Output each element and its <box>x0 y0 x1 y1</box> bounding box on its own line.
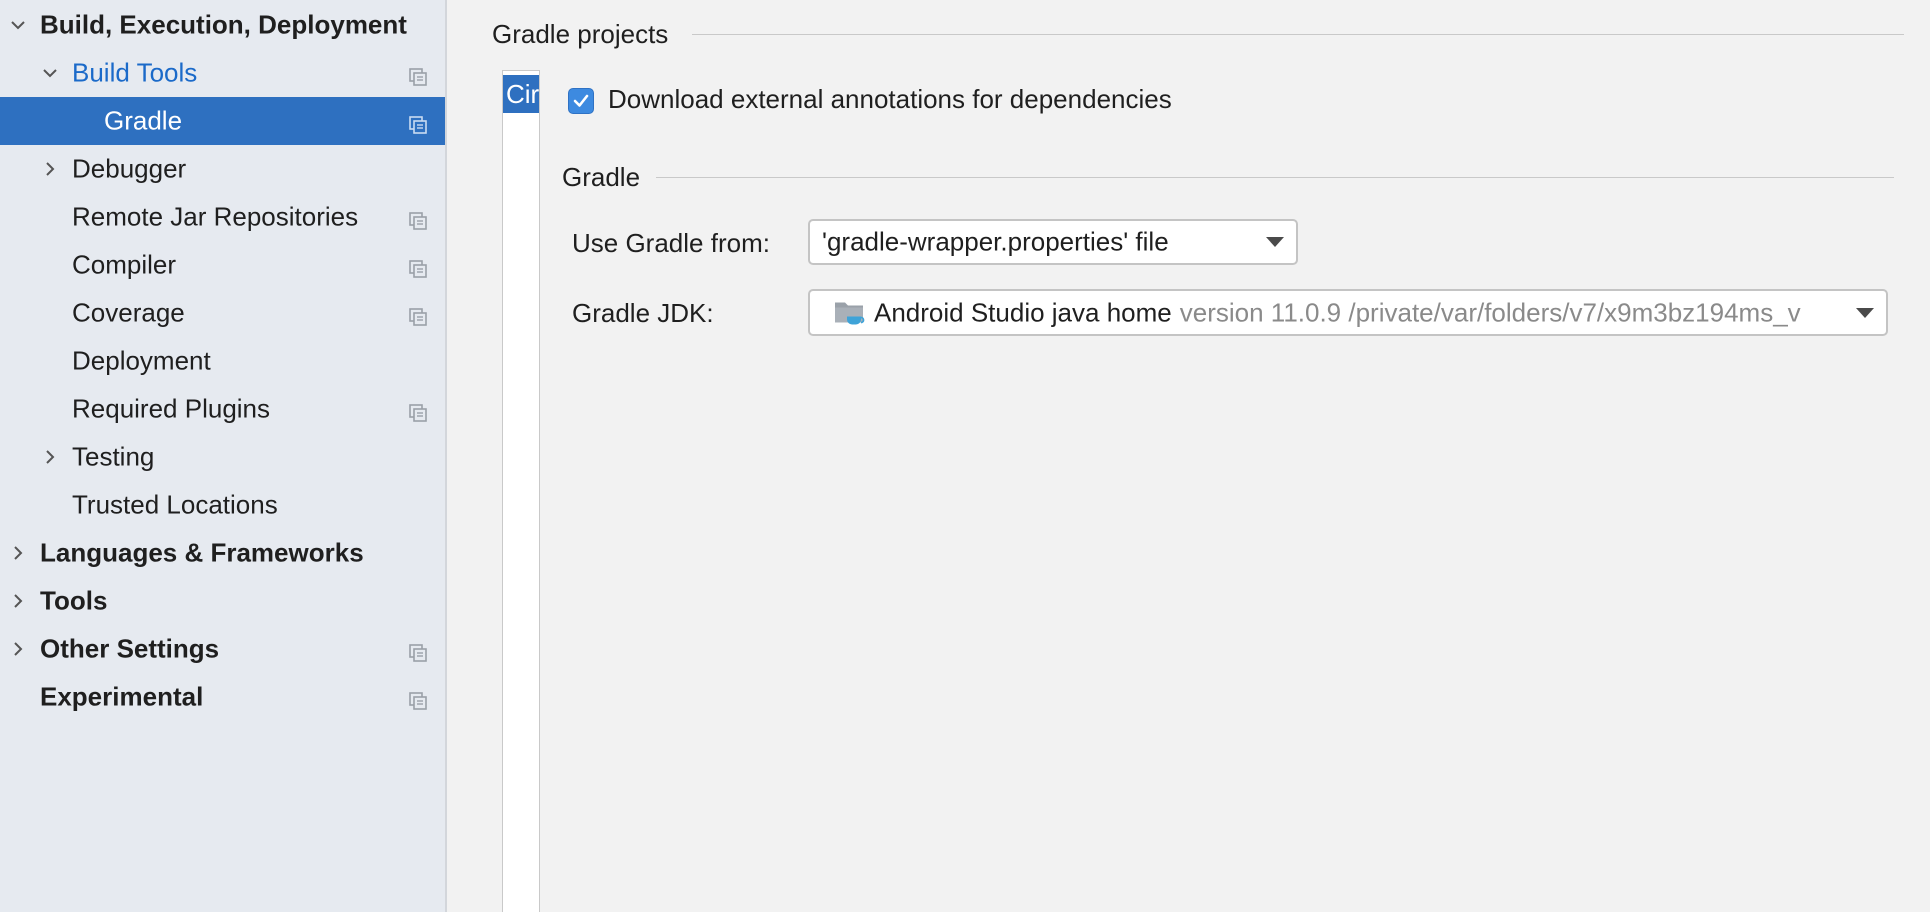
sidebar-item-build-tools[interactable]: Build Tools <box>0 49 445 97</box>
gradle-jdk-label: Gradle JDK: <box>572 298 714 328</box>
dropdown-arrow-icon <box>1854 306 1876 320</box>
copy-icon <box>408 63 428 86</box>
dropdown-arrow-icon <box>1264 235 1286 249</box>
copy-icon <box>408 255 428 278</box>
sidebar-item-testing[interactable]: Testing <box>0 433 445 481</box>
sidebar-item-remote-jar-repositories[interactable]: Remote Jar Repositories <box>0 193 445 241</box>
use-gradle-from-dropdown[interactable]: 'gradle-wrapper.properties' file <box>808 219 1298 265</box>
chevron-down-icon[interactable] <box>6 13 30 37</box>
sidebar-item-label: Debugger <box>72 153 187 184</box>
chevron-right-icon[interactable] <box>38 157 62 181</box>
use-gradle-from-value: 'gradle-wrapper.properties' file <box>822 226 1169 257</box>
gradle-jdk-dropdown[interactable]: Android Studio java home version 11.0.9 … <box>808 289 1888 336</box>
jdk-name: Android Studio java home <box>874 297 1172 327</box>
folder-icon <box>834 299 866 327</box>
sidebar-item-label: Testing <box>72 441 155 472</box>
sidebar-item-label: Build Tools <box>72 57 198 88</box>
copy-icon <box>408 111 428 134</box>
sidebar-item-label: Tools <box>40 585 108 616</box>
chevron-right-icon[interactable] <box>38 445 62 469</box>
sidebar-item-experimental[interactable]: Experimental <box>0 673 445 721</box>
chevron-down-icon[interactable] <box>38 61 62 85</box>
sidebar-item-label: Deployment <box>72 345 211 376</box>
sidebar-item-label: Remote Jar Repositories <box>72 201 359 232</box>
copy-icon <box>408 687 428 710</box>
copy-icon <box>408 303 428 326</box>
sidebar-item-trusted-locations[interactable]: Trusted Locations <box>0 481 445 529</box>
sidebar-item-coverage[interactable]: Coverage <box>0 289 445 337</box>
download-annotations-checkbox[interactable] <box>568 88 594 114</box>
section-divider <box>692 34 1904 35</box>
sidebar-item-label: Gradle <box>104 105 183 136</box>
gradle-projects-title: Gradle projects <box>492 19 669 49</box>
sidebar-item-label: Trusted Locations <box>72 489 278 520</box>
copy-icon <box>408 207 428 230</box>
sidebar-item-label: Coverage <box>72 297 185 328</box>
use-gradle-from-label: Use Gradle from: <box>572 228 770 258</box>
sidebar-item-label: Required Plugins <box>72 393 271 424</box>
chevron-right-icon[interactable] <box>6 589 30 613</box>
download-annotations-label[interactable]: Download external annotations for depend… <box>608 84 1172 115</box>
chevron-right-icon[interactable] <box>6 637 30 661</box>
copy-icon <box>408 639 428 662</box>
sidebar-item-label: Experimental <box>40 681 204 712</box>
chevron-right-icon[interactable] <box>6 541 30 565</box>
copy-icon <box>408 399 428 422</box>
settings-sidebar: Build, Execution, Deployment Build Tools… <box>0 0 447 912</box>
sidebar-item-label: Languages & Frameworks <box>40 537 364 568</box>
sidebar-item-gradle[interactable]: Gradle <box>0 97 445 145</box>
sidebar-item-build-execution-deployment[interactable]: Build, Execution, Deployment <box>0 1 445 49</box>
sidebar-item-tools[interactable]: Tools <box>0 577 445 625</box>
sidebar-item-label: Build, Execution, Deployment <box>40 9 407 40</box>
sidebar-item-label: Compiler <box>72 249 177 280</box>
gradle-project-list[interactable]: Cir <box>502 70 540 912</box>
sidebar-item-debugger[interactable]: Debugger <box>0 145 445 193</box>
jdk-version-path: version 11.0.9 /private/var/folders/v7/x… <box>1179 297 1801 327</box>
sidebar-item-label: Other Settings <box>40 633 220 664</box>
section-divider <box>656 177 1894 178</box>
checkmark-icon <box>573 94 589 107</box>
sidebar-item-deployment[interactable]: Deployment <box>0 337 445 385</box>
project-list-item[interactable]: Cir <box>503 75 539 113</box>
sidebar-item-compiler[interactable]: Compiler <box>0 241 445 289</box>
sidebar-item-required-plugins[interactable]: Required Plugins <box>0 385 445 433</box>
gradle-section-title: Gradle <box>562 162 641 192</box>
sidebar-item-other-settings[interactable]: Other Settings <box>0 625 445 673</box>
sidebar-item-languages-frameworks[interactable]: Languages & Frameworks <box>0 529 445 577</box>
